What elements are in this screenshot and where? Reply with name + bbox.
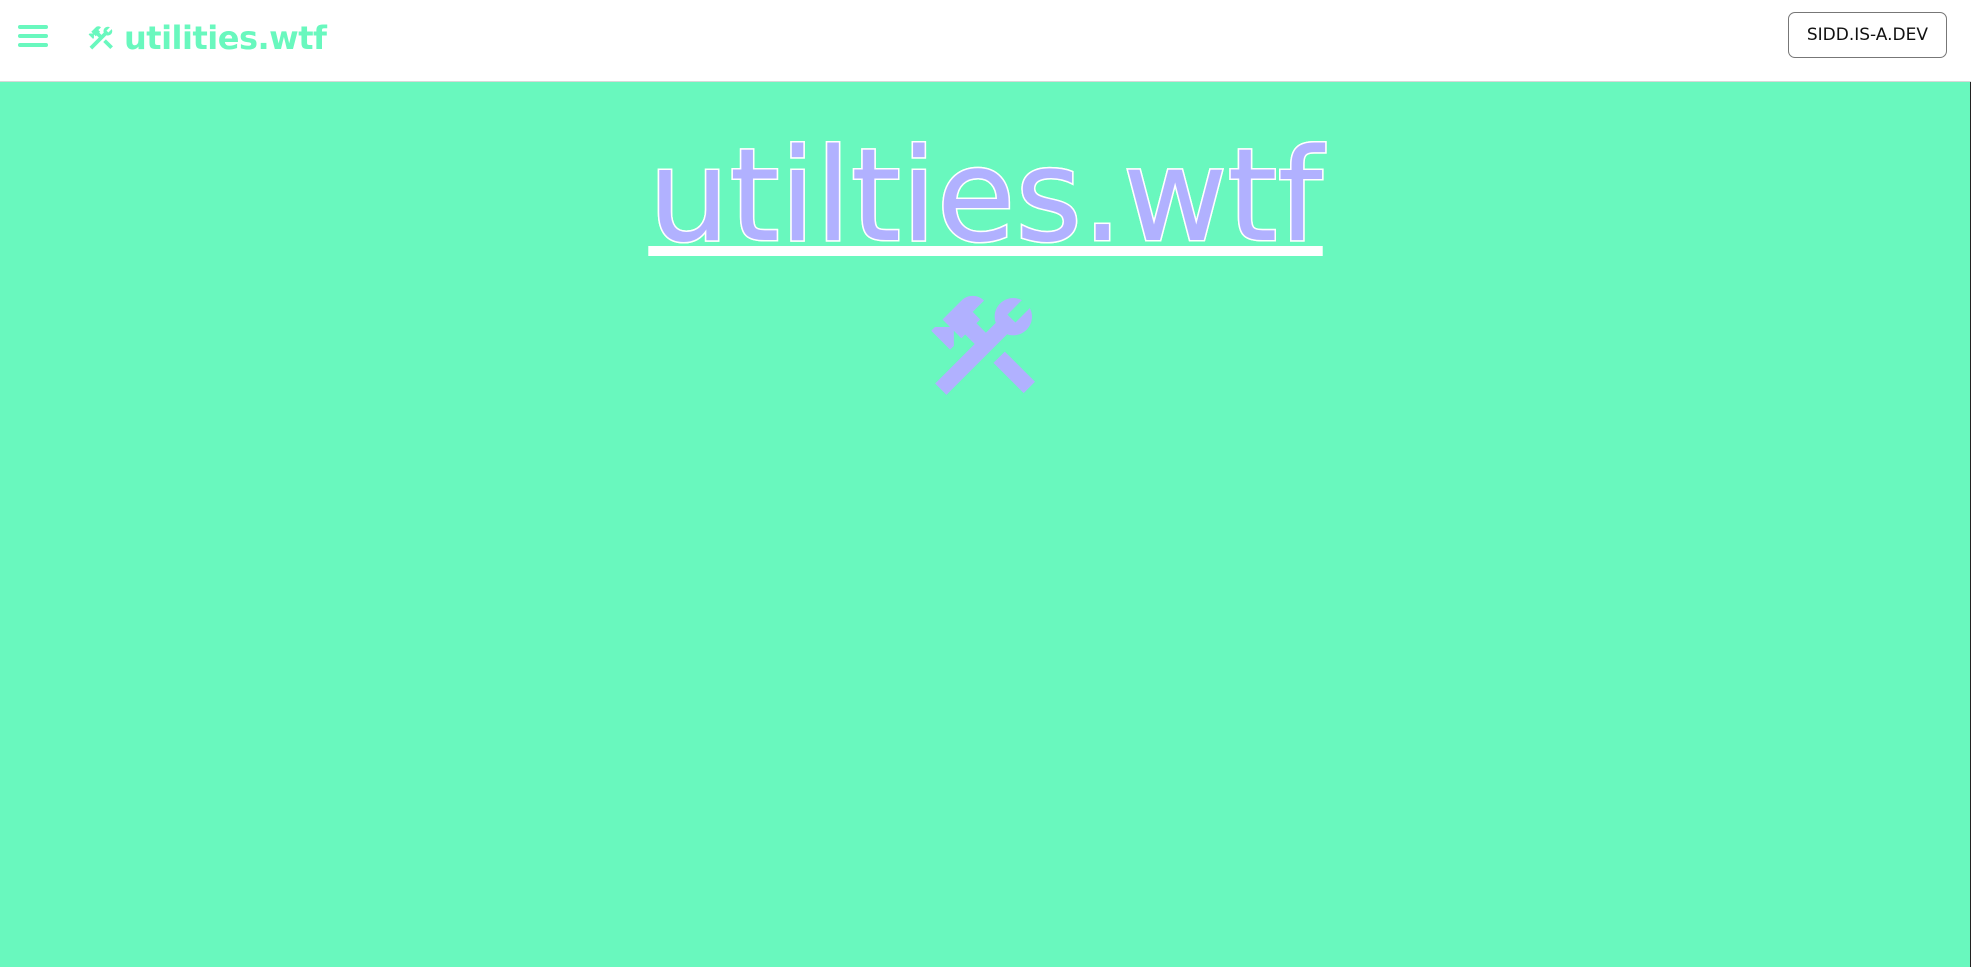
tools-icon bbox=[931, 295, 1035, 395]
tools-icon bbox=[88, 26, 113, 50]
brand-link[interactable]: utilities.wtf bbox=[86, 14, 327, 62]
user-profile-button[interactable]: SIDD.IS-A.DEV bbox=[1787, 12, 1947, 58]
main-content: utilties.wtf bbox=[0, 82, 1971, 967]
top-navigation-bar: utilities.wtf SIDD.IS-A.DEV bbox=[0, 0, 1971, 82]
hero-title-link[interactable]: utilties.wtf bbox=[0, 121, 1971, 273]
hamburger-icon[interactable] bbox=[18, 23, 48, 49]
brand-name: utilities.wtf bbox=[124, 19, 327, 57]
